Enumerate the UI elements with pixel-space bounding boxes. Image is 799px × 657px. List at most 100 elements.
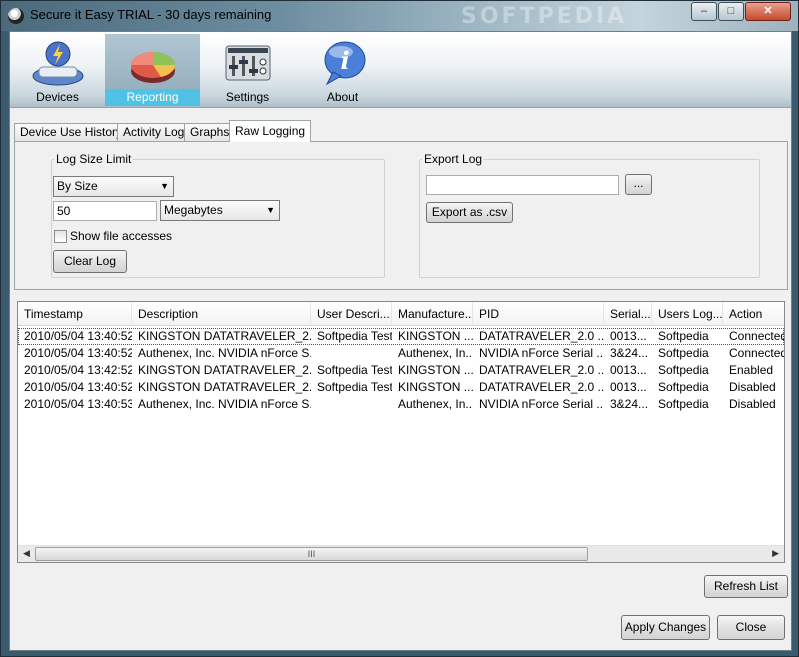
table-row[interactable]: 2010/05/04 13:40:52 Authenex, Inc. NVIDIA… — [18, 345, 784, 362]
table-row[interactable]: 2010/05/04 13:42:52 KINGSTON DATATRAVELER… — [18, 362, 784, 379]
maximize-button[interactable]: □ — [718, 2, 744, 21]
log-size-unit-select[interactable]: Megabytes ▼ — [160, 200, 280, 221]
cell-user-description: Softpedia Test — [317, 329, 392, 343]
toolbar-devices-button[interactable]: Devices — [10, 34, 105, 106]
close-button[interactable]: Close — [717, 615, 785, 640]
tab-raw-logging[interactable]: Raw Logging — [229, 120, 312, 142]
close-window-button[interactable]: ✕ — [745, 2, 791, 21]
cell-description: KINGSTON DATATRAVELER_2.0 — [138, 363, 311, 377]
pie-chart-icon — [130, 52, 175, 83]
app-window: Secure it Easy TRIAL - 30 days remaining… — [0, 0, 799, 657]
table-row[interactable]: 2010/05/04 13:40:52 KINGSTON DATATRAVELER… — [18, 379, 784, 396]
cell-users-logged: Softpedia — [658, 397, 709, 411]
cell-users-logged: Softpedia — [658, 329, 709, 343]
cell-timestamp: 2010/05/04 13:40:53 — [24, 397, 132, 411]
column-header-action[interactable]: Action — [723, 302, 784, 326]
cell-pid: DATATRAVELER_2.0 ... — [479, 363, 604, 377]
log-size-value-input[interactable]: 50 — [53, 201, 157, 221]
tab-activity-log[interactable]: Activity Log — [117, 123, 191, 142]
window-title: Secure it Easy TRIAL - 30 days remaining — [30, 7, 272, 22]
cell-serial: 3&24... — [610, 346, 649, 360]
cell-description: KINGSTON DATATRAVELER_2.0 — [138, 329, 311, 343]
log-size-mode-select[interactable]: By Size ▼ — [53, 176, 174, 197]
cell-user-description — [311, 396, 392, 413]
clear-log-button[interactable]: Clear Log — [53, 250, 127, 273]
cell-action: Enabled — [729, 363, 774, 377]
toolbar-settings-label: Settings — [225, 90, 270, 104]
cell-timestamp: 2010/05/04 13:42:52 — [24, 363, 132, 377]
cell-pid: NVIDIA nForce Serial ... — [479, 397, 604, 411]
cell-user-description — [311, 345, 392, 362]
column-header-serial[interactable]: Serial... — [604, 302, 652, 326]
cell-manufacturer: Authenex, In... — [398, 397, 473, 411]
log-size-unit-value: Megabytes — [164, 203, 223, 217]
show-file-accesses-checkbox[interactable] — [54, 230, 67, 243]
apply-changes-button[interactable]: Apply Changes — [621, 615, 710, 640]
column-header-user-description[interactable]: User Descri... — [311, 302, 392, 326]
cell-timestamp: 2010/05/04 13:40:52 — [24, 380, 132, 394]
toolbar-about-label: About — [326, 90, 359, 104]
cell-serial: 0013... — [610, 329, 647, 343]
toolbar-devices-label: Devices — [36, 90, 79, 104]
log-size-mode-value: By Size — [57, 179, 98, 193]
horizontal-scrollbar[interactable]: ◀ III ▶ — [18, 545, 784, 562]
raw-logging-panel: Log Size Limit By Size ▼ 50 Megabytes ▼ … — [14, 141, 788, 290]
cell-manufacturer: KINGSTON ... — [398, 380, 473, 394]
toolbar-reporting-label: Reporting — [105, 89, 200, 106]
softpedia-watermark: SOFTPEDIA — [461, 4, 628, 29]
cell-serial: 0013... — [610, 380, 647, 394]
toolbar-settings-button[interactable]: Settings — [200, 34, 295, 106]
title-bar[interactable]: Secure it Easy TRIAL - 30 days remaining… — [1, 1, 798, 31]
cell-manufacturer: Authenex, In... — [398, 346, 473, 360]
browse-button[interactable]: ... — [625, 174, 652, 195]
cell-users-logged: Softpedia — [658, 363, 709, 377]
info-bubble-icon: i — [324, 41, 365, 86]
refresh-list-button[interactable]: Refresh List — [704, 575, 788, 598]
cell-timestamp: 2010/05/04 13:40:52 — [24, 346, 132, 360]
column-header-users-logged[interactable]: Users Log... — [652, 302, 723, 326]
client-area: Devices Reporting Settings i About Devic… — [9, 31, 792, 651]
devices-icon — [32, 41, 83, 86]
app-icon[interactable] — [8, 8, 24, 24]
export-csv-button[interactable]: Export as .csv — [426, 202, 513, 223]
column-header-description[interactable]: Description — [132, 302, 311, 326]
cell-pid: DATATRAVELER_2.0 ... — [479, 329, 604, 343]
scroll-right-icon[interactable]: ▶ — [772, 548, 779, 559]
cell-pid: DATATRAVELER_2.0 ... — [479, 380, 604, 394]
log-size-legend: Log Size Limit — [56, 152, 132, 166]
minimize-button[interactable]: – — [691, 2, 717, 21]
cell-user-description: Softpedia Test — [317, 380, 392, 394]
column-header-manufacturer[interactable]: Manufacture... — [392, 302, 473, 326]
cell-serial: 3&24... — [610, 397, 649, 411]
cell-description: Authenex, Inc. NVIDIA nForce S... — [138, 397, 311, 411]
mixer-settings-icon — [225, 45, 270, 81]
cell-action: Connected — [729, 329, 784, 343]
cell-action: Connected — [729, 346, 784, 360]
raw-log-table[interactable]: Timestamp Description User Descri... Man… — [17, 301, 785, 563]
cell-users-logged: Softpedia — [658, 380, 709, 394]
cell-user-description: Softpedia Test — [317, 363, 392, 377]
cell-action: Disabled — [729, 380, 776, 394]
column-header-pid[interactable]: PID — [473, 302, 604, 326]
scrollbar-thumb[interactable]: III — [35, 547, 588, 561]
column-header-timestamp[interactable]: Timestamp — [18, 302, 132, 326]
cell-users-logged: Softpedia — [658, 346, 709, 360]
chevron-down-icon: ▼ — [160, 181, 169, 191]
tab-device-use-history[interactable]: Device Use History — [14, 123, 129, 142]
table-header: Timestamp Description User Descri... Man… — [18, 302, 784, 326]
cell-serial: 0013... — [610, 363, 647, 377]
cell-pid: NVIDIA nForce Serial ... — [479, 346, 604, 360]
table-row[interactable]: 2010/05/04 13:40:52 KINGSTON DATATRAVELER… — [18, 328, 784, 345]
tab-graphs[interactable]: Graphs — [184, 123, 236, 142]
table-row[interactable]: 2010/05/04 13:40:53 Authenex, Inc. NVIDIA… — [18, 396, 784, 413]
svg-text:i: i — [340, 46, 349, 75]
scroll-left-icon[interactable]: ◀ — [23, 548, 30, 559]
cell-description: KINGSTON DATATRAVELER_2.0 — [138, 380, 311, 394]
cell-action: Disabled — [729, 397, 776, 411]
toolbar-about-button[interactable]: i About — [295, 34, 390, 106]
export-path-input[interactable] — [426, 175, 619, 195]
toolbar-reporting-button[interactable]: Reporting — [105, 34, 200, 106]
cell-manufacturer: KINGSTON ... — [398, 329, 473, 343]
cell-timestamp: 2010/05/04 13:40:52 — [24, 329, 132, 343]
cell-manufacturer: KINGSTON ... — [398, 363, 473, 377]
